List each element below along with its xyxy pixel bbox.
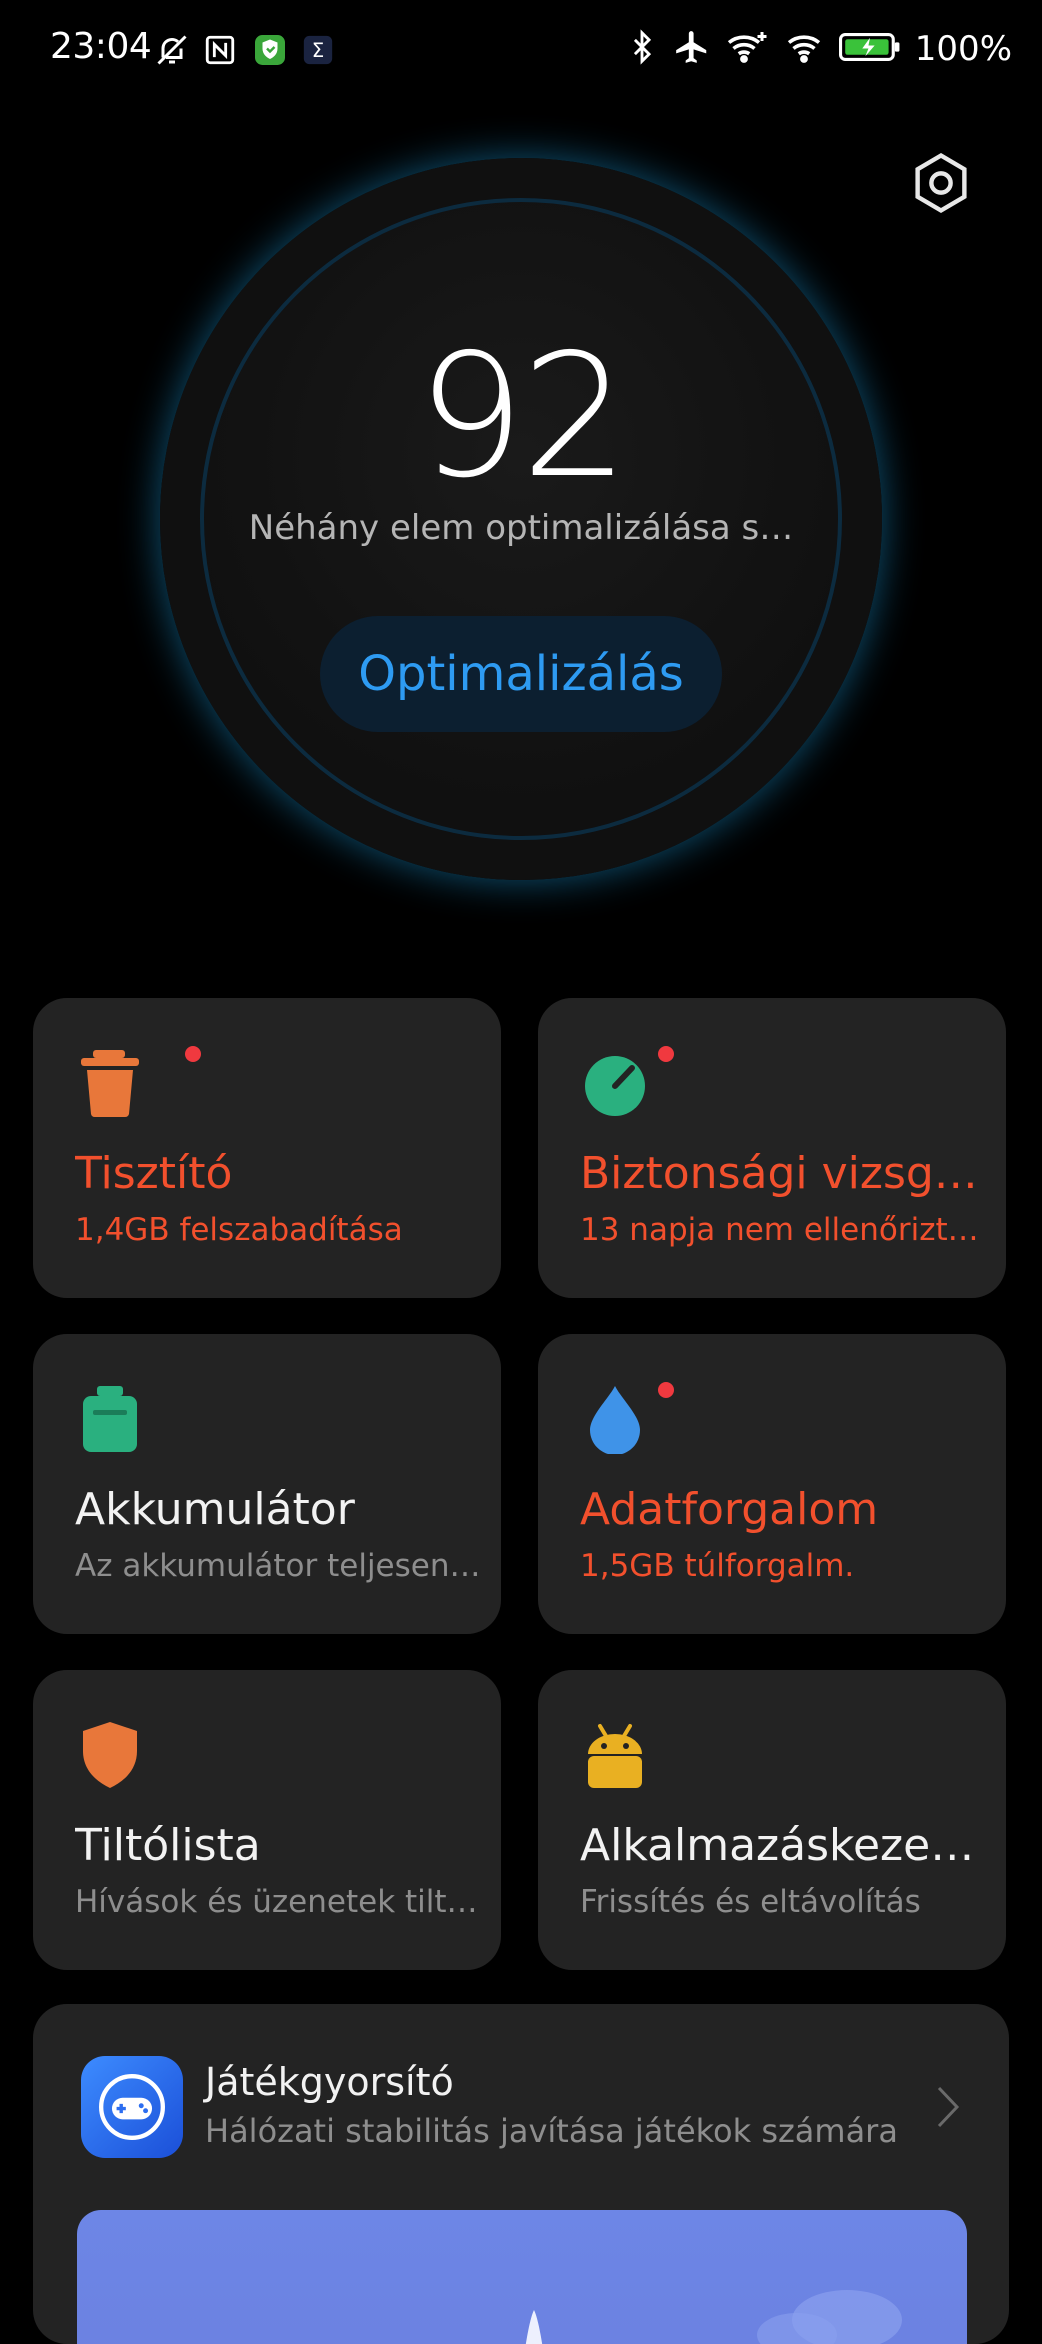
tile-app-manager[interactable]: Alkalmazáskezelés Frissítés és eltávolít… (538, 1670, 1006, 1970)
game-booster-card[interactable]: Játékgyorsító Hálózati stabilitás javítá… (33, 2004, 1009, 2344)
tile-security-scan[interactable]: Biztonsági vizsg… 13 napja nem ellenőriz… (538, 998, 1006, 1298)
settings-hex-icon (915, 152, 967, 214)
battery-charging-icon (838, 31, 901, 67)
tile-title: Alkalmazáskezelés (580, 1820, 986, 1871)
status-time: 23:04 (50, 26, 152, 67)
trash-icon (79, 1048, 141, 1118)
shield-icon (79, 1720, 141, 1790)
bluetooth-icon (625, 29, 659, 69)
droplet-icon (584, 1384, 646, 1455)
bell-off-icon (152, 30, 192, 70)
score-dial: 92 Néhány elem optimalizálása s… Optimal… (160, 158, 882, 880)
score-value: 92 (416, 318, 629, 516)
tile-cleaner[interactable]: Tisztító 1,4GB felszabadítása (33, 998, 501, 1298)
tile-subtitle: 13 napja nem ellenőrizte… (580, 1212, 990, 1248)
tile-title: Biztonsági vizsg… (580, 1148, 978, 1199)
battery-percentage: 100% (914, 29, 1012, 69)
gamepad-icon (81, 2056, 183, 2158)
tile-subtitle: 1,4GB felszabadítása (75, 1212, 403, 1248)
security-gauge-icon (584, 1048, 646, 1118)
battery-icon (79, 1384, 141, 1454)
wifi-plus-icon (725, 29, 769, 69)
alert-dot (185, 1046, 201, 1062)
tile-title: Tisztító (75, 1148, 233, 1199)
optimize-button[interactable]: Optimalizálás (320, 616, 722, 732)
status-bar: 23:04 Σ 100% (0, 0, 1042, 100)
svg-text:Σ: Σ (312, 39, 325, 62)
tile-title: Adatforgalom (580, 1484, 879, 1535)
tile-title: Tiltólista (75, 1820, 261, 1871)
nfc-icon (200, 30, 240, 70)
android-icon (584, 1720, 646, 1790)
status-right: 100% (625, 28, 1012, 70)
tile-subtitle: Az akkumulátor teljesen f… (75, 1548, 485, 1584)
tile-blocklist[interactable]: Tiltólista Hívások és üzenetek tiltása (33, 1670, 501, 1970)
tile-data-usage[interactable]: Adatforgalom 1,5GB túlforgalm. (538, 1334, 1006, 1634)
chevron-right-icon (933, 2082, 963, 2132)
tile-subtitle: 1,5GB túlforgalm. (580, 1548, 855, 1584)
tile-subtitle: Hívások és üzenetek tiltása (75, 1884, 485, 1920)
tile-subtitle: Frissítés és eltávolítás (580, 1884, 921, 1920)
score-subtitle: Néhány elem optimalizálása s… (248, 508, 794, 548)
vpn-shield-icon (250, 30, 290, 70)
game-booster-subtitle: Hálózati stabilitás javítása játékok szá… (205, 2112, 898, 2150)
banner-illustration (525, 2290, 902, 2344)
sigma-icon: Σ (298, 30, 338, 70)
tile-title: Akkumulátor (75, 1484, 355, 1535)
alert-dot (658, 1382, 674, 1398)
airplane-icon (673, 28, 711, 70)
tile-battery[interactable]: Akkumulátor Az akkumulátor teljesen f… (33, 1334, 501, 1634)
wifi-icon (783, 29, 825, 69)
game-booster-banner[interactable] (77, 2210, 967, 2344)
game-booster-title: Játékgyorsító (205, 2060, 454, 2104)
alert-dot (658, 1046, 674, 1062)
settings-button[interactable] (908, 150, 974, 216)
